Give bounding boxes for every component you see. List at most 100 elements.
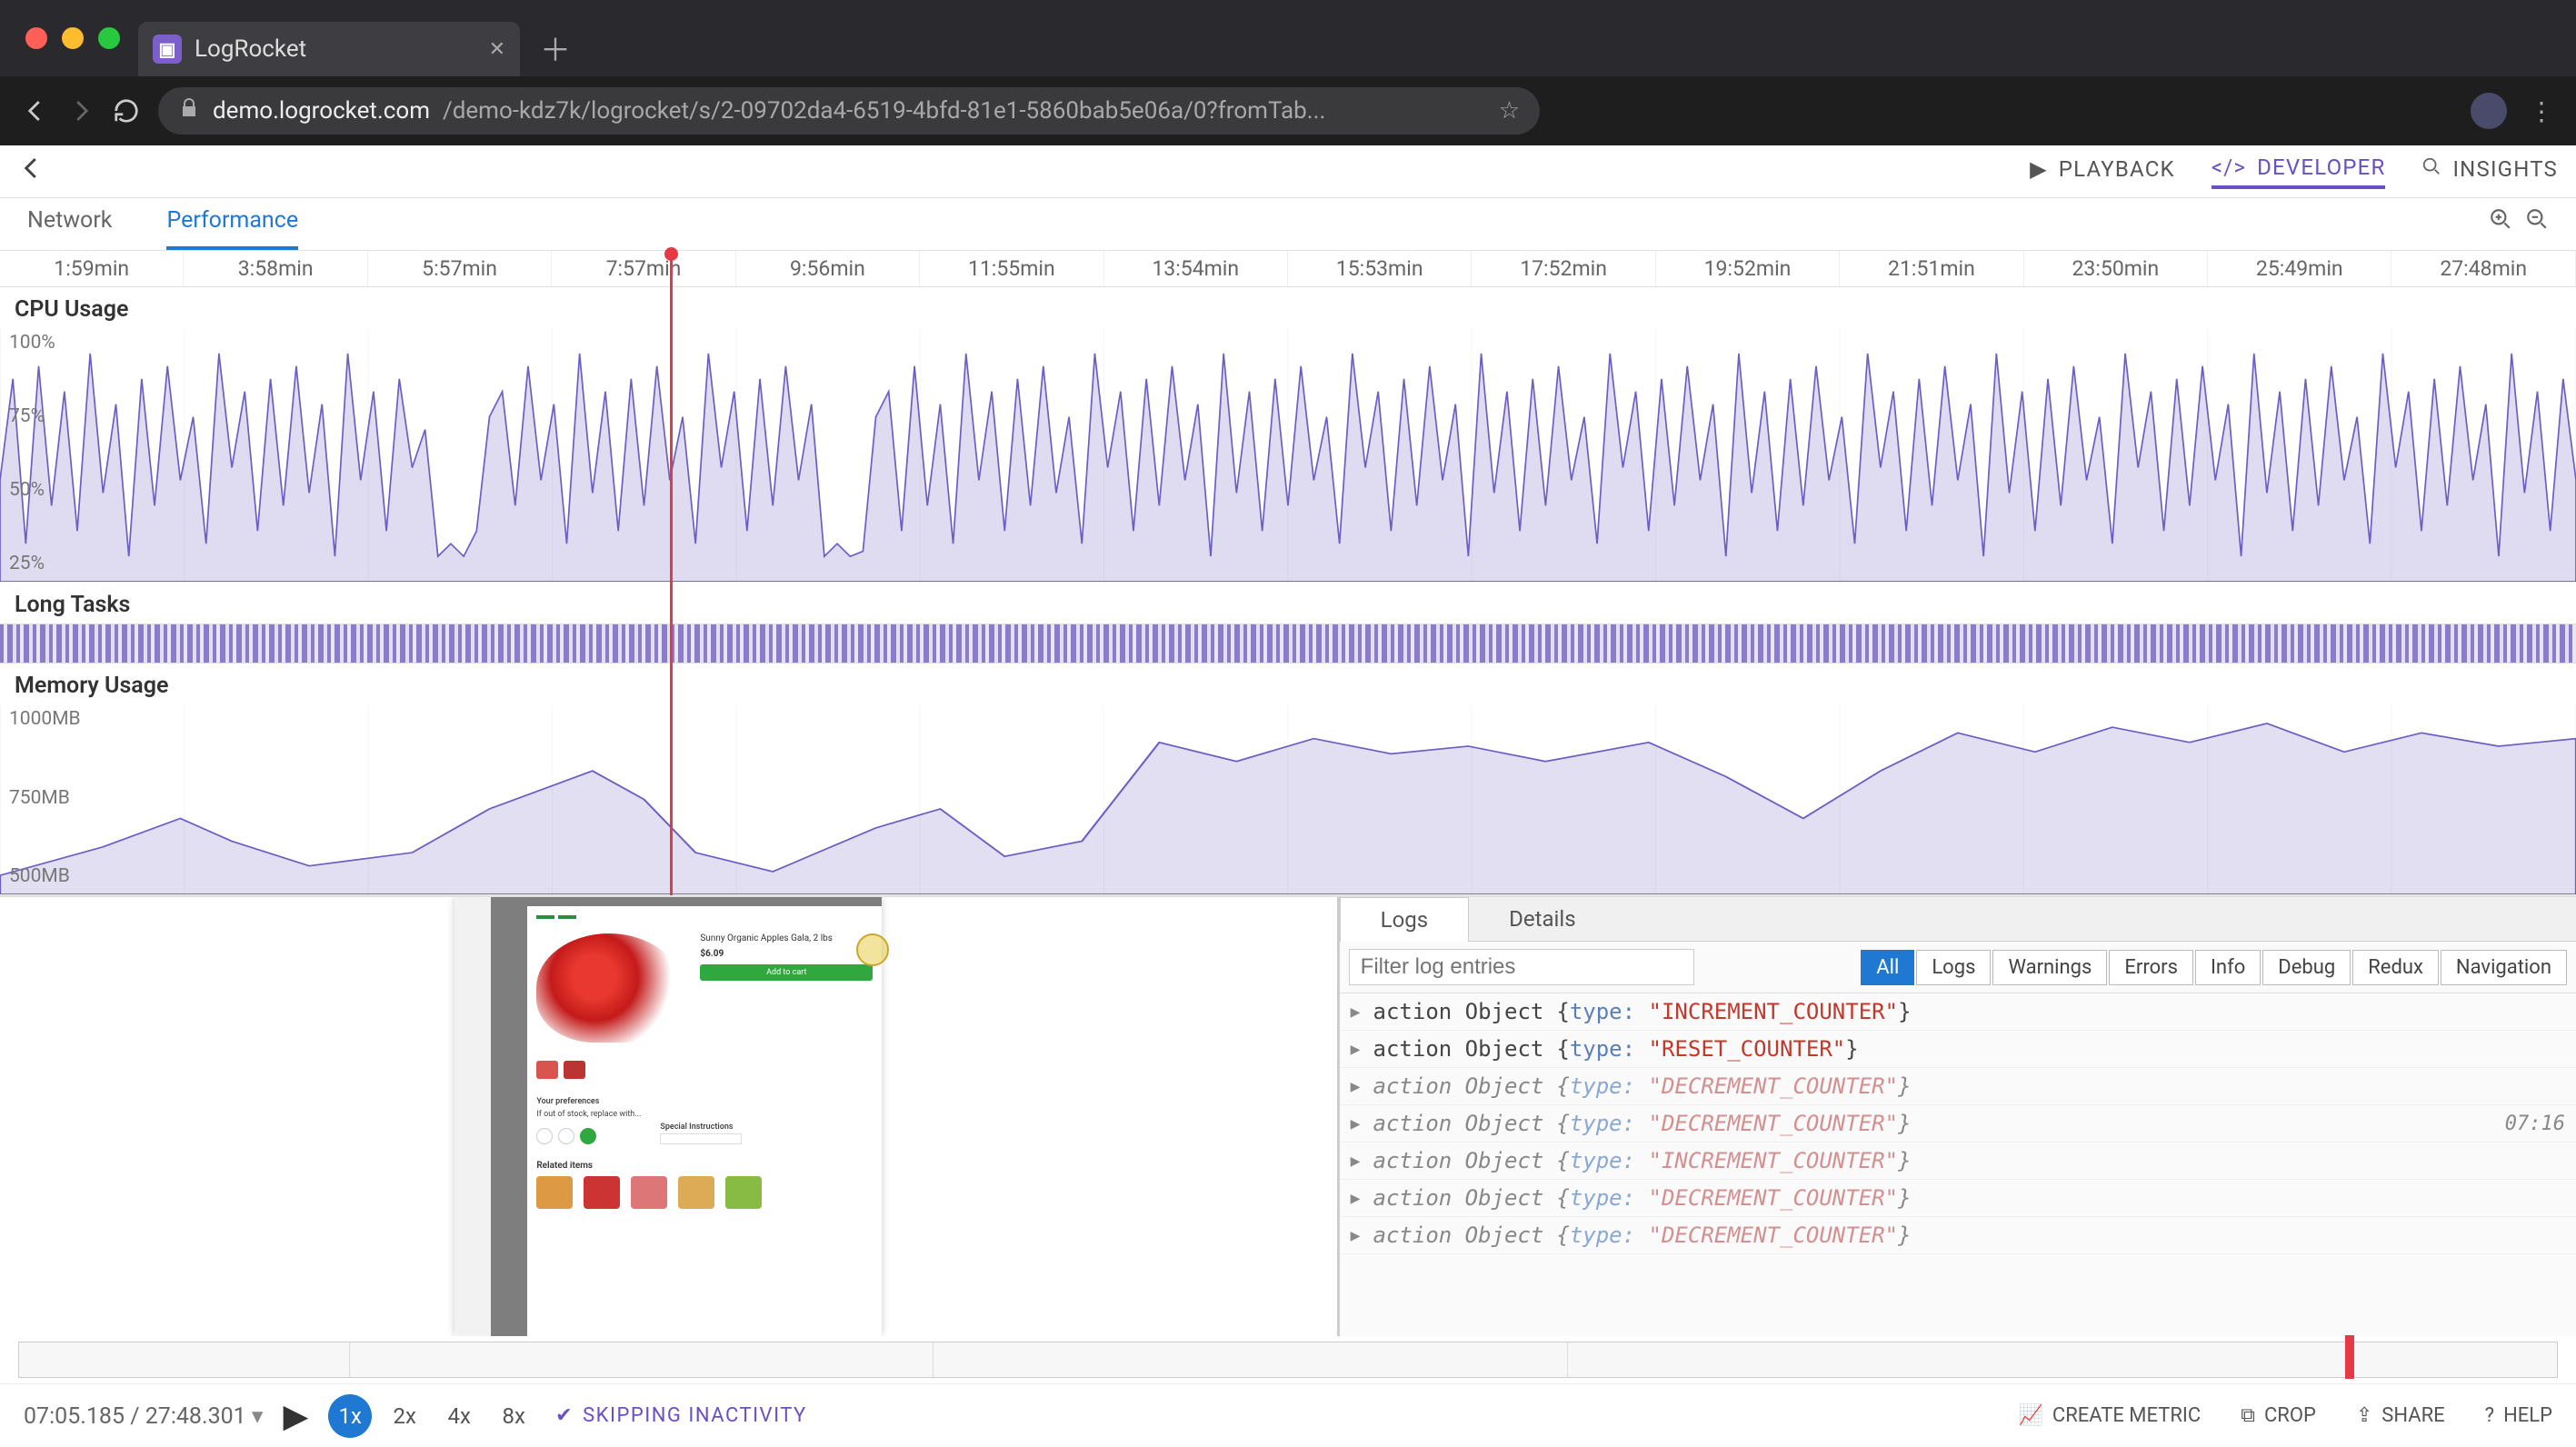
expand-icon[interactable]: ▶ <box>1351 1077 1361 1096</box>
rp-tab-details[interactable]: Details <box>1469 897 1615 941</box>
zoom-in-icon[interactable] <box>2489 207 2512 250</box>
crop-button[interactable]: ⧉CROP <box>2241 1404 2316 1427</box>
chevron-down-icon[interactable]: ▾ <box>252 1403 264 1430</box>
tab-developer-label: DEVELOPER <box>2257 155 2385 180</box>
code-icon: </> <box>2212 155 2246 180</box>
longtasks-band[interactable] <box>0 624 2576 664</box>
pill-debug[interactable]: Debug <box>2262 950 2351 985</box>
expand-icon[interactable]: ▶ <box>1351 1152 1361 1171</box>
ytick: 75% <box>9 405 55 427</box>
expand-icon[interactable]: ▶ <box>1351 1040 1361 1059</box>
tab-developer[interactable]: </> DEVELOPER <box>2212 155 2386 189</box>
subtab-performance[interactable]: Performance <box>166 207 298 250</box>
ruler-tick: 13:54min <box>1104 251 1288 286</box>
bottombar-right: 📈CREATE METRIC ⧉CROP ⇪SHARE ?HELP <box>2018 1404 2552 1427</box>
tab-title: LogRocket <box>195 35 476 63</box>
pill-redux[interactable]: Redux <box>2352 950 2439 985</box>
ruler-tick: 1:59min <box>0 251 184 286</box>
cpu-chart[interactable]: 100% 75% 50% 25% <box>0 328 2576 583</box>
playhead[interactable] <box>670 251 673 895</box>
log-filter-input[interactable] <box>1349 949 1694 985</box>
expand-icon[interactable]: ▶ <box>1351 1189 1361 1208</box>
ruler-tick: 21:51min <box>1840 251 2023 286</box>
scrubber-marker[interactable] <box>2345 1335 2354 1379</box>
product-title: Sunny Organic Apples Gala, 2 lbs <box>700 933 873 943</box>
ytick: 750MB <box>9 787 81 809</box>
scrubber[interactable] <box>18 1342 2558 1378</box>
memory-chart[interactable]: 1000MB 750MB 500MB <box>0 704 2576 895</box>
log-list[interactable]: ▶action Object {type: "INCREMENT_COUNTER… <box>1340 993 2576 1336</box>
player-bottombar: 07:05.185 / 27:48.301 ▾ ▶ 1x 2x 4x 8x ✔ … <box>0 1383 2576 1447</box>
rp-tab-logs[interactable]: Logs <box>1340 897 1469 942</box>
chart-icon: 📈 <box>2018 1404 2042 1427</box>
reload-button[interactable] <box>113 97 140 125</box>
share-button[interactable]: ⇪SHARE <box>2356 1404 2445 1427</box>
lock-icon <box>178 97 200 125</box>
check-icon: ✔ <box>555 1404 574 1427</box>
pill-errors[interactable]: Errors <box>2109 950 2193 985</box>
bookmark-icon[interactable]: ☆ <box>1499 97 1520 125</box>
ruler-tick: 9:56min <box>736 251 920 286</box>
window-close-button[interactable] <box>25 27 47 49</box>
play-button[interactable]: ▶ <box>283 1397 308 1435</box>
speed-1x[interactable]: 1x <box>328 1394 372 1438</box>
log-row[interactable]: ▶action Object {type: "DECREMENT_COUNTER… <box>1340 1180 2576 1217</box>
log-row[interactable]: ▶action Object {type: "DECREMENT_COUNTER… <box>1340 1105 2576 1143</box>
expand-icon[interactable]: ▶ <box>1351 1003 1361 1022</box>
speed-2x[interactable]: 2x <box>383 1394 426 1438</box>
tab-close-button[interactable]: ✕ <box>489 38 505 61</box>
product-image <box>536 933 682 1043</box>
ytick: 500MB <box>9 865 81 887</box>
log-row[interactable]: ▶action Object {type: "INCREMENT_COUNTER… <box>1340 993 2576 1031</box>
url-path: /demo-kdz7k/logrocket/s/2-09702da4-6519-… <box>443 97 1325 125</box>
pill-logs[interactable]: Logs <box>1916 950 1991 985</box>
share-icon: ⇪ <box>2356 1404 2372 1427</box>
log-row[interactable]: ▶action Object {type: "DECREMENT_COUNTER… <box>1340 1217 2576 1254</box>
subtab-network[interactable]: Network <box>27 207 112 250</box>
memory-area-svg <box>0 704 2576 894</box>
log-row[interactable]: ▶action Object {type: "RESET_COUNTER"} <box>1340 1031 2576 1068</box>
pill-navigation[interactable]: Navigation <box>2441 950 2567 985</box>
new-tab-button[interactable]: ＋ <box>540 25 571 70</box>
ruler-tick: 23:50min <box>2024 251 2208 286</box>
help-button[interactable]: ?HELP <box>2485 1404 2552 1427</box>
browser-tab[interactable]: ▣ LogRocket ✕ <box>138 22 520 76</box>
zoom-controls <box>2489 207 2549 250</box>
log-row[interactable]: ▶action Object {type: "DECREMENT_COUNTER… <box>1340 1068 2576 1105</box>
pill-info[interactable]: Info <box>2195 950 2261 985</box>
ytick: 25% <box>9 553 55 574</box>
zoom-out-icon[interactable] <box>2525 207 2549 250</box>
nav-forward-button[interactable] <box>67 97 95 125</box>
favicon-icon: ▣ <box>153 35 182 64</box>
speed-8x[interactable]: 8x <box>492 1394 535 1438</box>
skip-inactivity-toggle[interactable]: ✔ SKIPPING INACTIVITY <box>555 1404 807 1427</box>
pill-all[interactable]: All <box>1861 950 1914 985</box>
help-icon: ? <box>2485 1404 2494 1427</box>
right-pane: Logs Details All Logs Warnings Errors In… <box>1340 897 2576 1336</box>
tab-bar: ▣ LogRocket ✕ ＋ <box>0 0 2576 76</box>
window-maximize-button[interactable] <box>98 27 120 49</box>
ruler-tick: 11:55min <box>920 251 1103 286</box>
nav-back-button[interactable] <box>22 97 49 125</box>
expand-icon[interactable]: ▶ <box>1351 1114 1361 1133</box>
log-row[interactable]: ▶action Object {type: "INCREMENT_COUNTER… <box>1340 1143 2576 1180</box>
expand-icon[interactable]: ▶ <box>1351 1226 1361 1245</box>
browser-menu-button[interactable]: ⋮ <box>2529 96 2554 126</box>
app-back-button[interactable] <box>18 154 45 190</box>
speed-4x[interactable]: 4x <box>437 1394 481 1438</box>
preview-sidebar <box>454 897 491 1336</box>
cpu-section-label: CPU Usage <box>0 287 2576 328</box>
create-metric-button[interactable]: 📈CREATE METRIC <box>2018 1404 2201 1427</box>
profile-avatar[interactable] <box>2471 93 2507 129</box>
window-minimize-button[interactable] <box>62 27 84 49</box>
tab-insights[interactable]: INSIGHTS <box>2421 156 2558 187</box>
tab-playback[interactable]: ▶ PLAYBACK <box>2030 156 2175 187</box>
url-field[interactable]: demo.logrocket.com /demo-kdz7k/logrocket… <box>158 87 1540 135</box>
cpu-area-svg <box>0 328 2576 582</box>
log-prefix: action Object <box>1373 1036 1544 1062</box>
prefs-header: Your preferences <box>536 1097 873 1106</box>
ytick: 50% <box>9 479 55 501</box>
time-ruler[interactable]: 1:59min 3:58min 5:57min 7:57min 9:56min … <box>0 251 2576 287</box>
pill-warnings[interactable]: Warnings <box>1992 950 2107 985</box>
search-icon <box>2421 156 2441 182</box>
